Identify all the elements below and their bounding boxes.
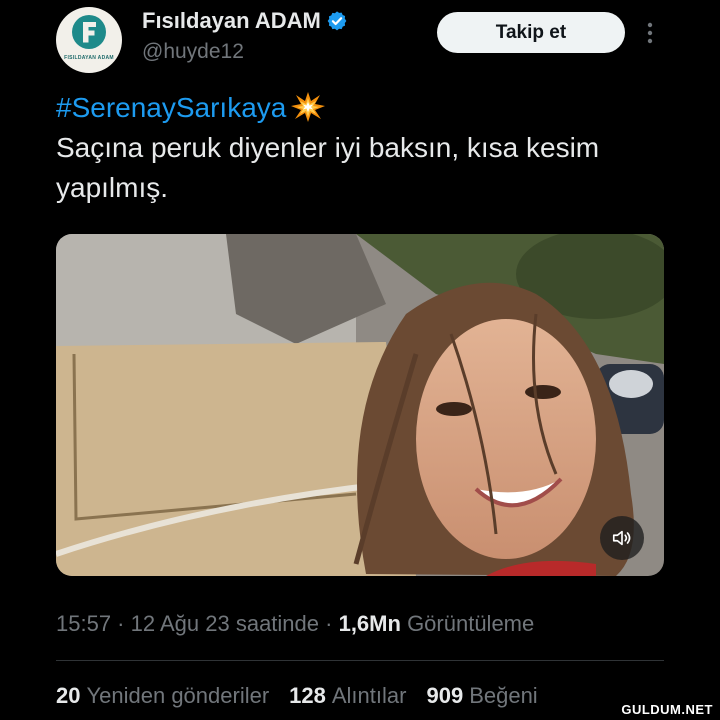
engagement-stats: 20 Yeniden gönderiler 128 Alıntılar 909 Beğ… [56,683,558,709]
tweet-body: Saçına peruk diyenler iyi baksın, kısa k… [56,132,600,203]
likes-label: Beğeni [469,683,538,708]
volume-button[interactable] [600,516,644,560]
avatar-logo-text: FISILDAYAN ADAM [64,55,114,61]
display-name[interactable]: Fısıldayan ADAM [142,8,321,34]
logo-f-icon [72,15,106,49]
quotes-stat[interactable]: 128 Alıntılar [289,683,406,709]
retweets-stat[interactable]: 20 Yeniden gönderiler [56,683,269,709]
author-handle[interactable]: @huyde12 [142,40,244,64]
author-name-row[interactable]: Fısıldayan ADAM [142,8,348,34]
retweets-count: 20 [56,683,81,708]
more-options-icon[interactable] [644,20,656,46]
views-count: 1,6Mn [338,611,401,636]
tweet-video[interactable] [56,234,664,576]
video-frame [56,234,664,576]
follow-button[interactable]: Takip et [437,12,625,53]
likes-count: 909 [426,683,464,708]
tweet-text: #SerenaySarıkaya Saçına peruk diyenler i… [56,88,676,208]
meta-separator: · [319,611,339,636]
tweet-meta: 15:57 · 12 Ağu 23 saatinde · 1,6Mn Görün… [56,611,534,637]
quotes-count: 128 [289,683,326,708]
verified-badge-icon [327,11,347,31]
collision-icon [291,92,326,122]
views-label: Görüntüleme [407,611,535,636]
volume-icon [612,530,631,546]
divider [56,660,664,661]
hashtag-link[interactable]: #SerenaySarıkaya [56,92,286,123]
avatar[interactable]: FISILDAYAN ADAM [56,7,122,73]
watermark: GULDUM.NET [617,701,717,718]
quotes-label: Alıntılar [331,683,407,708]
meta-separator: · [111,611,131,636]
retweets-label: Yeniden gönderiler [86,683,270,708]
tweet-date[interactable]: 12 Ağu 23 saatinde [131,611,319,636]
likes-stat[interactable]: 909 Beğeni [426,683,537,709]
tweet-time[interactable]: 15:57 [56,611,111,636]
